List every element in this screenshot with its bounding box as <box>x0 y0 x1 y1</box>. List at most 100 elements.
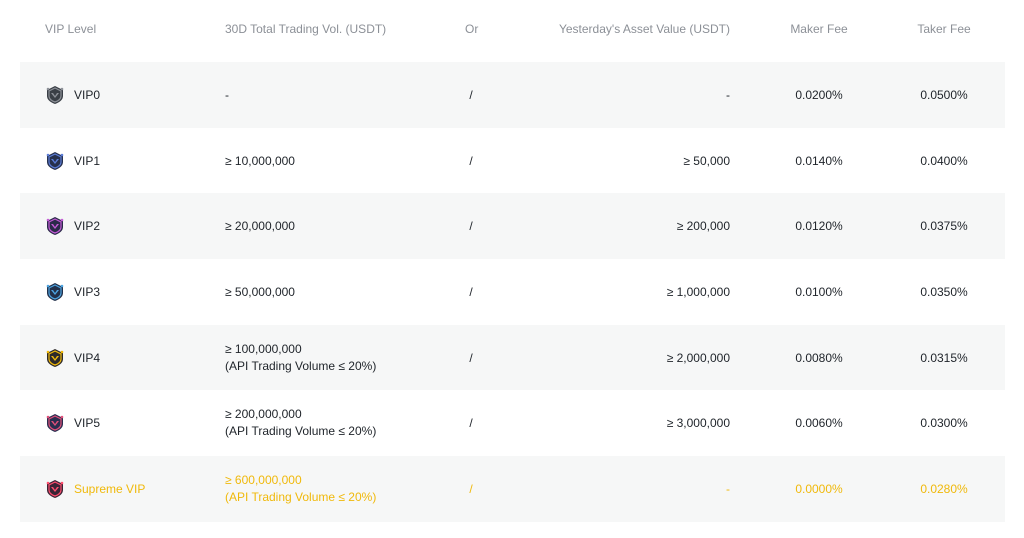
asset-value-cell: - <box>570 62 730 128</box>
maker-fee-cell: 0.0060% <box>780 390 858 456</box>
asset-value-cell: ≥ 3,000,000 <box>570 390 730 456</box>
or-separator: / <box>469 416 473 431</box>
table-header: VIP Level 30D Total Trading Vol. (USDT) … <box>20 10 1005 48</box>
asset-value: - <box>726 481 730 496</box>
taker-fee-cell: 0.0500% <box>905 62 983 128</box>
or-cell: / <box>465 456 477 522</box>
vip-level-cell: Supreme VIP <box>45 456 215 522</box>
trading-volume-cell: ≥ 10,000,000 <box>225 128 465 194</box>
or-cell: / <box>465 325 477 391</box>
trading-volume-value: ≥ 600,000,000 <box>225 472 302 487</box>
vip5-badge-icon <box>45 413 65 433</box>
trading-volume-cell: ≥ 200,000,000 (API Trading Volume ≤ 20%) <box>225 390 465 456</box>
vip-fee-table: VIP Level 30D Total Trading Vol. (USDT) … <box>0 0 1024 538</box>
taker-fee-value: 0.0350% <box>920 284 968 299</box>
asset-value-cell: ≥ 2,000,000 <box>570 325 730 391</box>
taker-fee-cell: 0.0315% <box>905 325 983 391</box>
maker-fee-cell: 0.0140% <box>780 128 858 194</box>
asset-value: ≥ 50,000 <box>683 153 730 168</box>
vip1-badge-icon <box>45 151 65 171</box>
maker-fee-value: 0.0120% <box>795 219 843 234</box>
maker-fee-cell: 0.0200% <box>780 62 858 128</box>
vip-level-label: Supreme VIP <box>74 481 146 496</box>
asset-value-cell: ≥ 50,000 <box>570 128 730 194</box>
or-separator: / <box>469 87 473 102</box>
vip-level-cell: VIP3 <box>45 259 215 325</box>
or-separator: / <box>469 350 473 365</box>
table-row: VIP1 ≥ 10,000,000 / ≥ 50,000 0.0140% 0.0400% <box>20 128 1005 194</box>
table-row: VIP3 ≥ 50,000,000 / ≥ 1,000,000 0.0100% 0.035… <box>20 259 1005 325</box>
vip4-badge-icon <box>45 348 65 368</box>
header-trading-volume: 30D Total Trading Vol. (USDT) <box>225 22 387 36</box>
header-maker-fee: Maker Fee <box>790 22 848 36</box>
asset-value-cell: ≥ 1,000,000 <box>570 259 730 325</box>
trading-volume-cell: ≥ 50,000,000 <box>225 259 465 325</box>
maker-fee-value: 0.0080% <box>795 350 843 365</box>
maker-fee-cell: 0.0000% <box>780 456 858 522</box>
taker-fee-value: 0.0300% <box>920 416 968 431</box>
asset-value: ≥ 1,000,000 <box>666 284 730 299</box>
or-cell: / <box>465 390 477 456</box>
taker-fee-value: 0.0280% <box>920 481 968 496</box>
taker-fee-value: 0.0375% <box>920 219 968 234</box>
vip-level-label: VIP3 <box>74 284 101 299</box>
vip-level-label: VIP1 <box>74 153 101 168</box>
vip0-badge-icon <box>45 85 65 105</box>
or-separator: / <box>469 481 473 496</box>
or-separator: / <box>469 284 473 299</box>
trading-volume-value: ≥ 50,000,000 <box>225 284 295 299</box>
vip-level-cell: VIP4 <box>45 325 215 391</box>
trading-volume-value: ≥ 20,000,000 <box>225 219 295 234</box>
asset-value: - <box>726 87 730 102</box>
taker-fee-value: 0.0400% <box>920 153 968 168</box>
taker-fee-cell: 0.0400% <box>905 128 983 194</box>
asset-value-cell: ≥ 200,000 <box>570 193 730 259</box>
or-separator: / <box>469 153 473 168</box>
maker-fee-cell: 0.0080% <box>780 325 858 391</box>
or-cell: / <box>465 193 477 259</box>
trading-volume-value: ≥ 10,000,000 <box>225 153 295 168</box>
vip-level-label: VIP4 <box>74 350 101 365</box>
vip-level-label: VIP5 <box>74 416 101 431</box>
vip-level-cell: VIP2 <box>45 193 215 259</box>
trading-volume-cell: ≥ 100,000,000 (API Trading Volume ≤ 20%) <box>225 325 465 391</box>
header-or: Or <box>465 22 479 36</box>
trading-volume-value: ≥ 200,000,000 <box>225 407 302 422</box>
vip3-badge-icon <box>45 282 65 302</box>
or-cell: / <box>465 128 477 194</box>
or-separator: / <box>469 219 473 234</box>
asset-value: ≥ 3,000,000 <box>666 416 730 431</box>
maker-fee-value: 0.0000% <box>795 481 843 496</box>
asset-value-cell: - <box>570 456 730 522</box>
trading-volume-note: (API Trading Volume ≤ 20%) <box>225 358 377 373</box>
vip-level-cell: VIP1 <box>45 128 215 194</box>
header-asset-value: Yesterday's Asset Value (USDT) <box>558 22 730 36</box>
table-body: VIP0 - / - 0.0200% 0.0500% VIP1 ≥ 10,000,000 / ≥ … <box>20 62 1005 522</box>
table-row: VIP5 ≥ 200,000,000 (API Trading Volume ≤ 2… <box>20 390 1005 456</box>
taker-fee-cell: 0.0375% <box>905 193 983 259</box>
trading-volume-cell: - <box>225 62 465 128</box>
table-row: VIP0 - / - 0.0200% 0.0500% <box>20 62 1005 128</box>
table-row: Supreme VIP ≥ 600,000,000 (API Trading Vol… <box>20 456 1005 522</box>
supreme-vip-badge-icon <box>45 479 65 499</box>
or-cell: / <box>465 259 477 325</box>
taker-fee-value: 0.0500% <box>920 87 968 102</box>
asset-value: ≥ 200,000 <box>676 219 730 234</box>
vip-level-cell: VIP5 <box>45 390 215 456</box>
vip-level-label: VIP0 <box>74 87 101 102</box>
trading-volume-cell: ≥ 20,000,000 <box>225 193 465 259</box>
trading-volume-note: (API Trading Volume ≤ 20%) <box>225 489 377 504</box>
taker-fee-cell: 0.0350% <box>905 259 983 325</box>
taker-fee-cell: 0.0280% <box>905 456 983 522</box>
vip-level-cell: VIP0 <box>45 62 215 128</box>
trading-volume-note: (API Trading Volume ≤ 20%) <box>225 424 377 439</box>
asset-value: ≥ 2,000,000 <box>666 350 730 365</box>
vip2-badge-icon <box>45 216 65 236</box>
header-taker-fee: Taker Fee <box>917 22 971 36</box>
vip-level-label: VIP2 <box>74 219 101 234</box>
taker-fee-cell: 0.0300% <box>905 390 983 456</box>
or-cell: / <box>465 62 477 128</box>
maker-fee-value: 0.0060% <box>795 416 843 431</box>
header-vip-level: VIP Level <box>45 22 97 36</box>
maker-fee-value: 0.0200% <box>795 87 843 102</box>
